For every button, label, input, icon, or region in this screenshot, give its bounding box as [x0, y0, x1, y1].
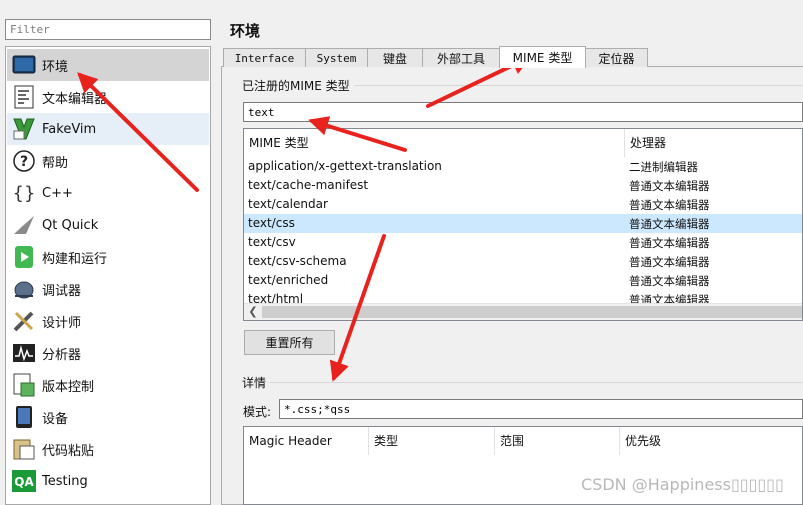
group-divider	[270, 382, 803, 383]
sidebar-item-qt-quick[interactable]: Qt Quick	[7, 209, 209, 241]
mime-type-cell: application/x-gettext-translation	[248, 159, 442, 173]
analyzer-icon	[12, 341, 36, 365]
cpp-icon: {}	[12, 181, 36, 205]
sidebar-item-testing[interactable]: QA Testing	[7, 465, 209, 497]
version-control-icon	[12, 373, 36, 397]
build-run-icon	[12, 245, 36, 269]
tab-mime-types[interactable]: MIME 类型	[499, 46, 586, 68]
handler-cell: 普通文本编辑器	[629, 236, 710, 250]
table-row[interactable]: application/x-gettext-translation 二进制编辑器	[244, 157, 802, 176]
sidebar-item-analyzer[interactable]: 分析器	[7, 337, 209, 369]
svg-text:{}: {}	[13, 183, 35, 204]
scrollbar-thumb[interactable]	[262, 306, 802, 318]
sidebar-item-designer[interactable]: 设计师	[7, 305, 209, 337]
mime-type-cell: text/csv-schema	[248, 254, 347, 268]
horizontal-scrollbar[interactable]: ❮	[244, 303, 802, 320]
table-row[interactable]: text/enriched 普通文本编辑器	[244, 271, 802, 290]
fakevim-icon	[12, 117, 36, 141]
sidebar-item-label: Testing	[42, 473, 88, 489]
svg-text:QA: QA	[14, 475, 34, 489]
sidebar-item-label: Qt Quick	[42, 217, 99, 233]
sidebar-item-environment[interactable]: 环境	[7, 49, 209, 81]
mime-type-cell: text/enriched	[248, 273, 329, 287]
sidebar-item-text-editor[interactable]: 文本编辑器	[7, 81, 209, 113]
text-editor-icon	[12, 85, 36, 109]
svg-text:?: ?	[20, 154, 28, 170]
column-header-handler[interactable]: 处理器	[625, 129, 802, 157]
sidebar-item-label: 文本编辑器	[42, 91, 108, 107]
mime-type-table[interactable]: MIME 类型 处理器 application/x-gettext-transl…	[243, 128, 803, 321]
handler-cell: 普通文本编辑器	[629, 217, 710, 231]
debugger-icon	[12, 277, 36, 301]
code-paste-icon	[12, 437, 36, 461]
table-row[interactable]: text/csv-schema 普通文本编辑器	[244, 252, 802, 271]
sidebar-item-label: 帮助	[42, 155, 69, 171]
registered-mime-group-title: 已注册的MIME 类型	[242, 79, 350, 93]
tab-bar: Interface System 键盘 外部工具 MIME 类型 定位器	[221, 46, 803, 68]
sidebar-item-devices[interactable]: 设备	[7, 401, 209, 433]
table-row[interactable]: text/csv 普通文本编辑器	[244, 233, 802, 252]
sidebar-item-label: 代码粘贴	[42, 443, 95, 459]
handler-cell: 普通文本编辑器	[629, 179, 710, 193]
tab-keyboard[interactable]: 键盘	[367, 48, 423, 67]
help-icon: ?	[12, 149, 36, 173]
sidebar-item-version-control[interactable]: 版本控制	[7, 369, 209, 401]
tab-system[interactable]: System	[305, 48, 368, 67]
scroll-left-icon[interactable]: ❮	[246, 305, 260, 319]
mime-type-cell: text/cache-manifest	[248, 178, 369, 192]
table-row[interactable]: text/cache-manifest 普通文本编辑器	[244, 176, 802, 195]
sidebar-item-cpp[interactable]: {} C++	[7, 177, 209, 209]
table-row-selected[interactable]: text/css 普通文本编辑器	[244, 214, 802, 233]
testing-icon: QA	[12, 469, 36, 493]
tab-interface[interactable]: Interface	[223, 48, 306, 67]
details-group-title: 详情	[242, 376, 267, 390]
devices-icon	[12, 405, 36, 429]
watermark: CSDN @Happiness▯▯▯▯▯▯	[581, 475, 784, 494]
group-divider	[355, 85, 803, 86]
sidebar-item-build-run[interactable]: 构建和运行	[7, 241, 209, 273]
pattern-label: 模式:	[243, 405, 272, 419]
handler-cell: 二进制编辑器	[629, 160, 698, 174]
sidebar-item-help[interactable]: ? 帮助	[7, 145, 209, 177]
mime-filter-input[interactable]	[243, 102, 803, 122]
table-row[interactable]: text/calendar 普通文本编辑器	[244, 195, 802, 214]
qt-quick-icon	[12, 213, 36, 237]
sidebar-item-fakevim[interactable]: FakeVim	[7, 113, 209, 145]
filter-input[interactable]	[5, 19, 211, 40]
handler-cell: 普通文本编辑器	[629, 198, 710, 212]
column-header-range[interactable]: 范围	[495, 427, 619, 455]
sidebar-item-label: 构建和运行	[42, 251, 108, 267]
column-header-magic-header[interactable]: Magic Header	[244, 427, 368, 455]
sidebar-item-label: FakeVim	[42, 121, 97, 137]
mime-type-cell: text/css	[248, 216, 295, 230]
sidebar-item-label: 设计师	[42, 315, 82, 331]
page-title: 环境	[230, 22, 261, 40]
sidebar-item-label: 分析器	[42, 347, 82, 363]
sidebar-item-label: 环境	[42, 59, 69, 75]
mime-type-cell: text/calendar	[248, 197, 328, 211]
sidebar-item-label: 调试器	[42, 283, 82, 299]
column-header-type[interactable]: 类型	[369, 427, 494, 455]
mime-type-cell: text/csv	[248, 235, 296, 249]
sidebar-item-label: 设备	[42, 411, 69, 427]
column-header-mime-type[interactable]: MIME 类型	[244, 129, 624, 157]
sidebar-item-debugger[interactable]: 调试器	[7, 273, 209, 305]
environment-icon	[12, 53, 36, 77]
designer-icon	[12, 309, 36, 333]
tab-locator[interactable]: 定位器	[585, 48, 648, 67]
pattern-field[interactable]	[279, 399, 803, 419]
handler-cell: 普通文本编辑器	[629, 274, 710, 288]
sidebar-item-code-paste[interactable]: 代码粘贴	[7, 433, 209, 465]
tab-external-tools[interactable]: 外部工具	[422, 48, 500, 67]
reset-all-button[interactable]: 重置所有	[244, 330, 335, 355]
sidebar-item-label: 版本控制	[42, 379, 95, 395]
category-sidebar: 环境 文本编辑器 FakeVim ? 帮助 {} C++ Qt Quick 构建	[5, 46, 211, 505]
column-header-priority[interactable]: 优先级	[620, 427, 802, 455]
handler-cell: 普通文本编辑器	[629, 255, 710, 269]
sidebar-item-label: C++	[42, 185, 73, 201]
